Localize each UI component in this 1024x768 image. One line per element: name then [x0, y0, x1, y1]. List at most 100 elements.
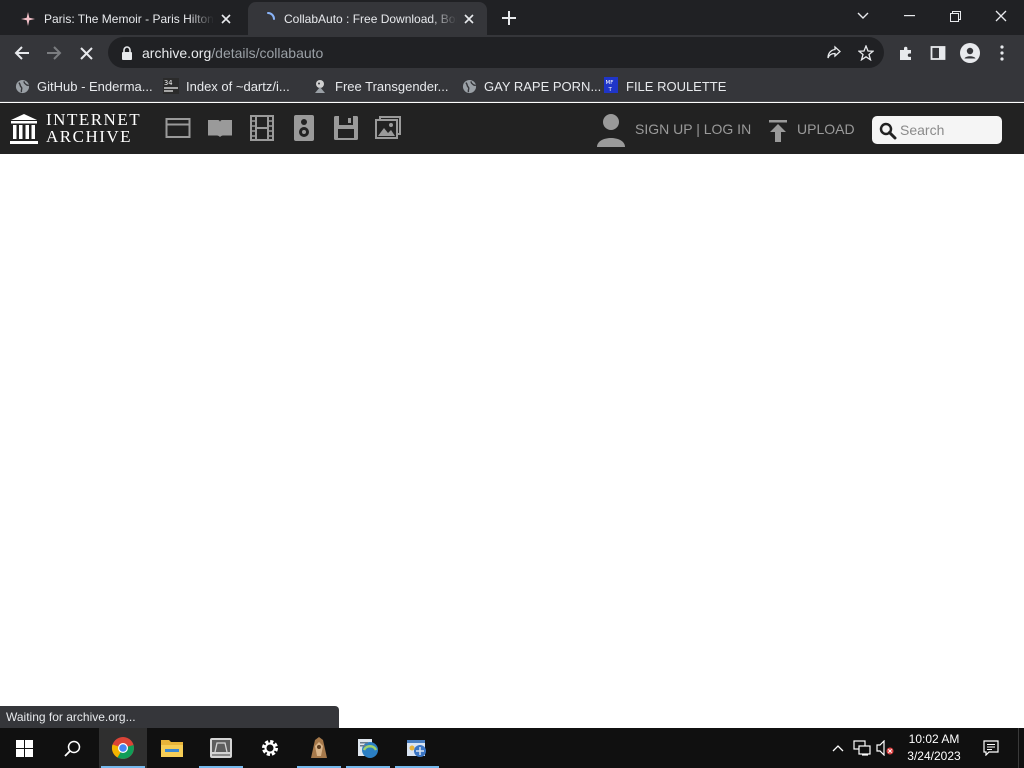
- chrome-icon: [111, 737, 134, 759]
- sparkle-favicon-icon: [20, 11, 36, 27]
- page-content-area: [0, 154, 1024, 728]
- network-icon: [853, 740, 871, 756]
- restore-button[interactable]: [932, 0, 978, 32]
- upload-link[interactable]: UPLOAD: [797, 121, 855, 137]
- forward-button[interactable]: [39, 38, 69, 68]
- search-icon[interactable]: [879, 122, 897, 140]
- taskbar-internet-explorer[interactable]: [344, 728, 392, 768]
- software-icon[interactable]: [333, 115, 359, 141]
- app-icon: [311, 737, 327, 758]
- minimize-icon: [903, 15, 915, 17]
- close-tab-icon[interactable]: [457, 7, 481, 31]
- search-icon: [63, 740, 80, 757]
- globe-icon: [14, 78, 30, 94]
- bookmark-label: GAY RAPE PORN...: [484, 78, 602, 94]
- url-host: archive.org: [142, 45, 212, 61]
- restore-icon: [949, 10, 961, 22]
- tab-paris-memoir[interactable]: Paris: The Memoir - Paris Hilton: [8, 2, 244, 35]
- tab-search-button[interactable]: [840, 0, 886, 32]
- svg-text:T: T: [608, 87, 613, 93]
- address-bar[interactable]: archive.org/details/collabauto: [108, 37, 884, 68]
- bookmark-github[interactable]: GitHub - Enderma...: [14, 75, 153, 97]
- new-tab-button[interactable]: [496, 5, 522, 31]
- minimize-button[interactable]: [886, 0, 932, 32]
- arrow-left-icon: [14, 46, 29, 60]
- site-favicon-icon: [312, 78, 328, 94]
- video-icon[interactable]: [249, 115, 275, 141]
- svg-text:34: 34: [164, 79, 172, 87]
- start-button[interactable]: [0, 728, 48, 768]
- tab-title: Paris: The Memoir - Paris Hilton: [44, 11, 214, 26]
- action-center-button[interactable]: [978, 728, 1004, 768]
- archive-top-nav: INTERNET ARCHIVE SIGN UP | LOG IN UPLOAD: [0, 103, 1024, 154]
- tab-collabauto[interactable]: CollabAuto : Free Download, Borrow, and …: [248, 2, 487, 35]
- volume-tray-icon[interactable]: [874, 728, 896, 768]
- bookmark-star-icon[interactable]: [854, 41, 878, 65]
- bookmarks-bar: GitHub - Enderma... 34 Index of ~dartz/i…: [0, 70, 1024, 102]
- loading-status-bubble: Waiting for archive.org...: [0, 706, 339, 728]
- tab-title: CollabAuto : Free Download, Borrow, and …: [284, 11, 457, 26]
- profile-icon: [960, 43, 980, 63]
- close-icon: [79, 46, 93, 60]
- show-hidden-icons-button[interactable]: [828, 728, 848, 768]
- taskbar-settings[interactable]: [246, 728, 294, 768]
- browser-tab-strip: Paris: The Memoir - Paris Hilton CollabA…: [0, 0, 1024, 35]
- texts-icon[interactable]: [207, 115, 233, 141]
- file-explorer-icon: [161, 740, 183, 757]
- close-window-button[interactable]: [978, 0, 1024, 32]
- more-vertical-icon: [1000, 45, 1004, 61]
- bookmark-file-roulette[interactable]: MF T FILE ROULETTE: [603, 75, 726, 97]
- control-panel-icon: [407, 740, 426, 757]
- user-icon[interactable]: [596, 113, 626, 147]
- network-tray-icon[interactable]: [850, 728, 874, 768]
- clock-date: 3/24/2023: [907, 749, 961, 763]
- bookmark-label: Free Transgender...: [335, 78, 449, 94]
- globe-icon: [461, 78, 477, 94]
- bookmark-index-dartz[interactable]: 34 Index of ~dartz/i...: [163, 75, 290, 97]
- windows-logo-icon: [15, 739, 33, 757]
- show-desktop-button[interactable]: [1018, 728, 1024, 768]
- bookmark-gay-porn[interactable]: GAY RAPE PORN...: [461, 75, 601, 97]
- upload-icon[interactable]: [768, 120, 788, 142]
- internet-archive-wordmark[interactable]: INTERNET ARCHIVE: [46, 111, 141, 145]
- side-panel-button[interactable]: [923, 38, 953, 68]
- taskbar-app[interactable]: [295, 728, 343, 768]
- bookmark-free-transgender[interactable]: Free Transgender...: [312, 75, 448, 97]
- internet-archive-logo-icon[interactable]: [10, 113, 38, 145]
- audio-icon[interactable]: [291, 115, 317, 141]
- chevron-up-icon: [832, 745, 844, 752]
- back-button[interactable]: [7, 38, 37, 68]
- url-text[interactable]: archive.org/details/collabauto: [142, 45, 323, 61]
- signup-login-link[interactable]: SIGN UP | LOG IN: [635, 121, 751, 137]
- index-favicon-icon: 34: [163, 78, 179, 94]
- mft-favicon-icon: MF T: [603, 77, 619, 94]
- web-icon[interactable]: [165, 115, 191, 141]
- archive-search-box[interactable]: [872, 116, 1002, 144]
- profile-button[interactable]: [955, 38, 985, 68]
- stop-loading-button[interactable]: [71, 38, 101, 68]
- extensions-button[interactable]: [891, 38, 921, 68]
- lock-icon[interactable]: [120, 45, 134, 61]
- taskbar-clock[interactable]: 10:02 AM 3/24/2023: [898, 731, 970, 765]
- bookmark-label: Index of ~dartz/i...: [186, 78, 290, 94]
- notifications-icon: [983, 740, 999, 756]
- taskbar-control-panel[interactable]: [393, 728, 441, 768]
- drive-icon: [210, 738, 232, 758]
- browser-toolbar: archive.org/details/collabauto: [0, 35, 1024, 70]
- taskbar-chrome[interactable]: [99, 728, 147, 768]
- archive-search-input[interactable]: [900, 116, 998, 144]
- side-panel-icon: [930, 46, 946, 60]
- taskbar-search-button[interactable]: [48, 728, 96, 768]
- close-tab-icon[interactable]: [214, 7, 238, 31]
- plus-icon: [502, 11, 516, 25]
- url-path: /details/collabauto: [211, 45, 324, 61]
- ie-icon: [358, 739, 378, 758]
- menu-button[interactable]: [987, 38, 1017, 68]
- images-icon[interactable]: [375, 115, 401, 141]
- close-icon: [995, 10, 1007, 22]
- share-icon[interactable]: [822, 41, 846, 65]
- taskbar-file-explorer[interactable]: [148, 728, 196, 768]
- loading-spinner-icon: [260, 11, 276, 27]
- logo-line-1: INTERNET: [46, 110, 142, 129]
- taskbar-drive[interactable]: [197, 728, 245, 768]
